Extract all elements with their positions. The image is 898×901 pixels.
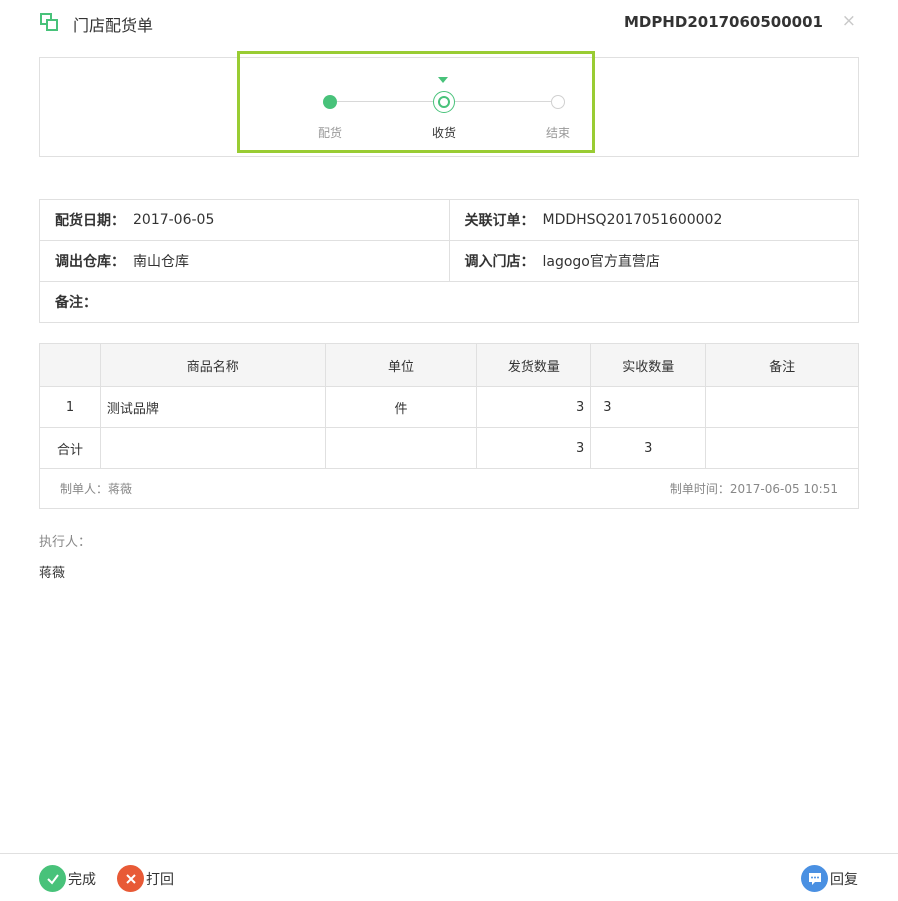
cell-index: 1 (39, 386, 101, 428)
col-header-index (39, 343, 101, 387)
complete-button-label: 完成 (68, 871, 96, 888)
info-row: 备注： (40, 282, 858, 322)
reject-button[interactable]: 打回 (117, 865, 174, 892)
chat-bubble-icon (801, 865, 828, 892)
table-header-row: 商品名称 单位 发货数量 实收数量 备注 (39, 343, 859, 387)
order-value[interactable]: MDDHSQ2017051600002 (543, 212, 723, 228)
info-order: 关联订单： MDDHSQ2017051600002 (448, 200, 859, 240)
info-out-warehouse: 调出仓库： 南山仓库 (40, 241, 449, 281)
complete-button[interactable]: 完成 (39, 865, 96, 892)
created-time-text: 制单时间：2017-06-05 10:51 (669, 482, 838, 496)
executor-label: 执行人： (39, 535, 92, 550)
cell-remark[interactable] (705, 386, 859, 428)
executor-name: 蒋薇 (39, 566, 66, 581)
info-panel: 配货日期： 2017-06-05 关联订单： MDDHSQ20170516000… (39, 199, 859, 323)
reject-button-label: 打回 (146, 871, 174, 888)
in-store-label: 调入门店： (464, 254, 535, 270)
total-sent: 3 (476, 427, 592, 469)
reply-button[interactable]: 回复 (801, 865, 858, 892)
col-header-unit: 单位 (324, 343, 478, 387)
cell-product: 测试品牌 (99, 386, 326, 428)
total-empty (705, 427, 859, 469)
creator-text: 制单人：蒋薇 (60, 482, 133, 496)
action-bar: 完成 打回 回复 (0, 853, 898, 901)
cell-unit: 件 (324, 386, 478, 428)
check-icon (39, 865, 66, 892)
highlight-frame (237, 51, 595, 153)
total-empty (99, 427, 326, 469)
table-footer-row: 制单人：蒋薇 制单时间：2017-06-05 10:51 (39, 468, 859, 509)
date-label: 配货日期： (55, 213, 125, 229)
info-date: 配货日期： 2017-06-05 (40, 200, 449, 240)
table-row: 1 测试品牌 件 3 3 (39, 386, 859, 428)
col-header-product: 商品名称 (99, 343, 326, 387)
info-row: 配货日期： 2017-06-05 关联订单： MDDHSQ20170516000… (40, 200, 858, 241)
in-store-value: lagogo官方直营店 (542, 254, 660, 270)
info-in-store: 调入门店： lagogo官方直营店 (448, 241, 859, 281)
out-warehouse-value: 南山仓库 (133, 254, 189, 270)
col-header-received: 实收数量 (590, 343, 707, 387)
table-footer: 制单人：蒋薇 制单时间：2017-06-05 10:51 (39, 468, 859, 509)
col-header-remark: 备注 (705, 343, 859, 387)
info-row: 调出仓库： 南山仓库 调入门店： lagogo官方直营店 (40, 241, 858, 282)
total-label: 合计 (39, 427, 101, 469)
close-circle-icon (117, 865, 144, 892)
order-label: 关联订单： (464, 213, 535, 229)
table-total-row: 合计 3 3 (39, 427, 859, 469)
remark-label: 备注： (55, 295, 97, 311)
cell-received-input[interactable]: 3 (590, 386, 707, 428)
items-table: 商品名称 单位 发货数量 实收数量 备注 1 测试品牌 件 3 3 合计 3 3… (39, 343, 859, 509)
out-warehouse-label: 调出仓库： (55, 254, 125, 270)
reply-button-label: 回复 (830, 871, 858, 888)
col-header-sent: 发货数量 (476, 343, 592, 387)
cell-sent: 3 (476, 386, 592, 428)
date-value: 2017-06-05 (133, 212, 215, 228)
total-received: 3 (590, 427, 707, 469)
info-remark: 备注： (40, 282, 858, 322)
total-empty (324, 427, 478, 469)
